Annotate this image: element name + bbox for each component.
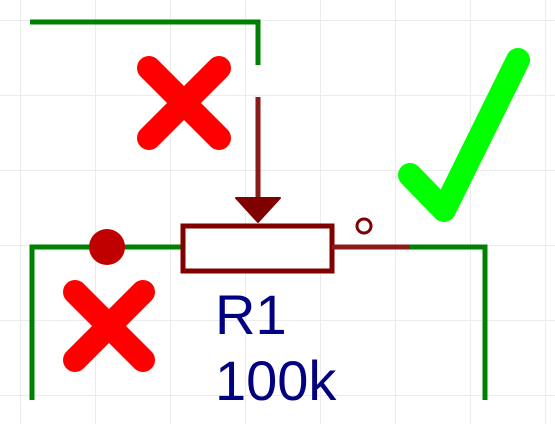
schematic-diagram: R1 100k [29,19,530,412]
potentiometer-body [180,223,335,274]
schematic-canvas: R1 100k [0,0,555,424]
value-label: 100k [215,349,337,412]
right-wire [410,244,488,400]
junction-dot [89,229,125,265]
wiper-arrow-icon [235,197,281,223]
designator-label: R1 [215,283,287,346]
right-pin-correct-mark-icon [398,48,530,222]
left-pin-wrong-mark-icon [63,280,155,372]
wiper-wrong-mark-icon [137,56,231,150]
unconnected-pin-icon [355,217,373,235]
